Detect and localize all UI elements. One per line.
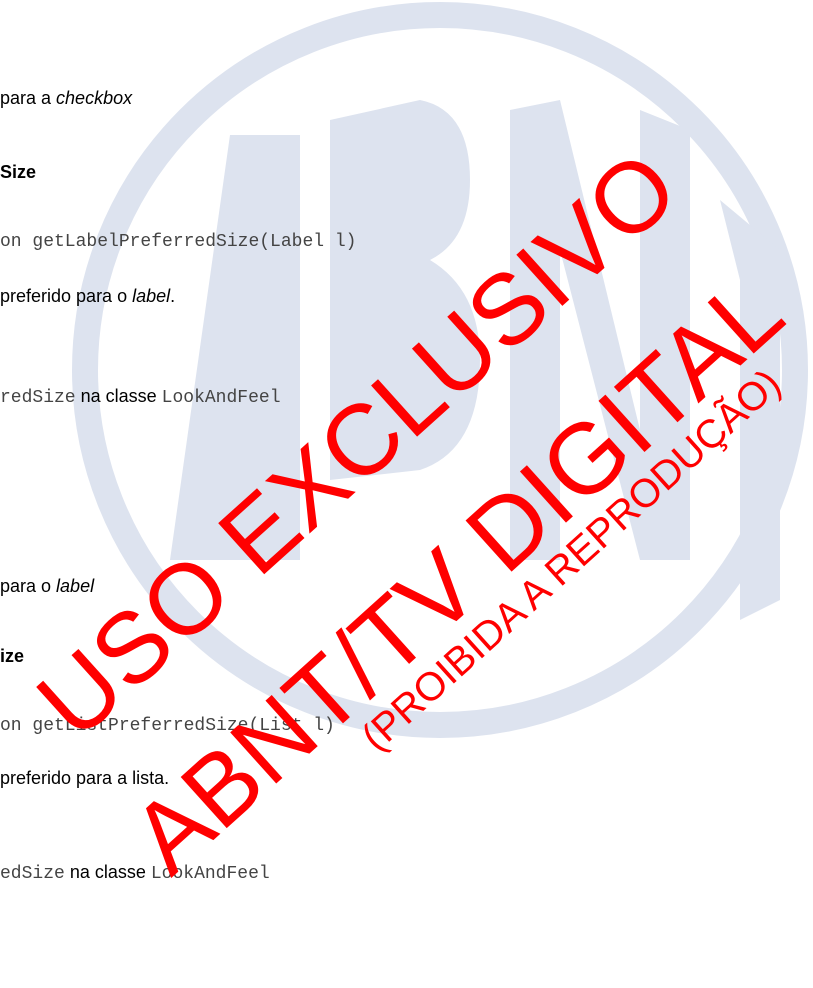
method-title-text: Size [0, 162, 37, 182]
desc-text: para a [0, 88, 57, 108]
override-class: LookAndFeel [161, 388, 281, 408]
section2-description: para o label [0, 576, 94, 597]
desc-emphasis: label [56, 576, 95, 596]
return-emphasis: label [132, 286, 171, 306]
signature-text: on getLabelPreferredSize(Label l) [0, 232, 357, 252]
override-code: edSize [0, 864, 65, 884]
override-text: na classe [75, 386, 162, 406]
desc-emphasis: checkbox [56, 88, 133, 108]
logo-letter-n [510, 100, 690, 560]
section2-method-title: ize [0, 646, 24, 667]
section1-signature: on getLabelPreferredSize(Label l) [0, 232, 356, 252]
abnt-logo-watermark [72, 2, 808, 738]
logo-letter-a [170, 135, 300, 560]
return-text: preferido para a lista. [0, 768, 170, 788]
section1-return: preferido para o label. [0, 286, 175, 307]
section2-override: edSize na classe LookAndFeel [0, 862, 270, 884]
section1-override: redSize na classe LookAndFeel [0, 386, 281, 408]
section2-signature: on getListPreferredSize(List l) [0, 716, 335, 736]
signature-text: on getListPreferredSize(List l) [0, 716, 335, 736]
section1-description: para a checkbox [0, 88, 132, 109]
override-text: na classe [64, 862, 151, 882]
return-text: preferido para o [0, 286, 133, 306]
return-suffix: . [170, 286, 176, 306]
desc-text: para o [0, 576, 57, 596]
section1-method-title: Size [0, 162, 36, 183]
override-class: LookAndFeel [150, 864, 270, 884]
method-title-text: ize [0, 646, 25, 666]
override-code: redSize [0, 388, 76, 408]
logo-letter-b [330, 100, 480, 480]
section2-return: preferido para a lista. [0, 768, 169, 789]
